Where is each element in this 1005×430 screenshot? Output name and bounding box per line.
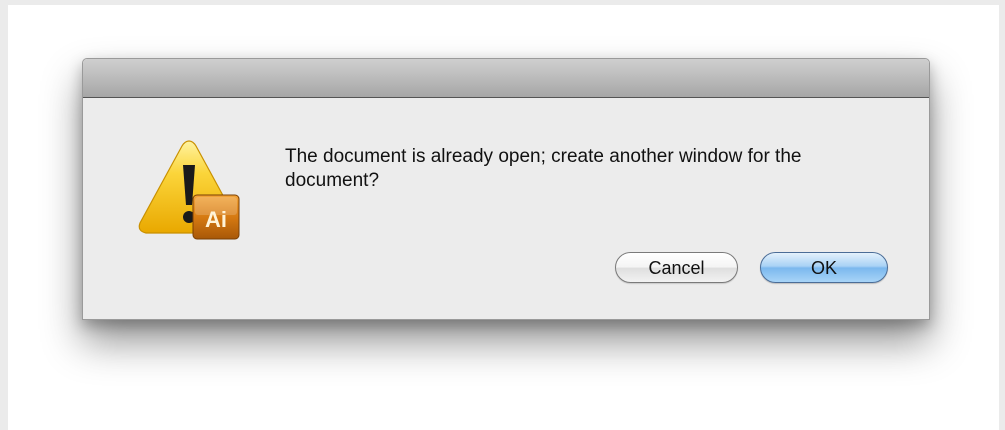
- frame-top-edge: [0, 0, 1005, 5]
- warning-triangle-icon: Ai: [138, 140, 240, 240]
- frame-right-edge: [999, 0, 1005, 430]
- illustrator-app-badge: Ai: [192, 194, 240, 240]
- frame-left-edge: [0, 0, 8, 430]
- screen: Ai The document is already open; create …: [0, 0, 1005, 430]
- svg-text:Ai: Ai: [205, 207, 227, 232]
- alert-dialog: Ai The document is already open; create …: [82, 58, 930, 320]
- cancel-button[interactable]: Cancel: [615, 252, 738, 283]
- alert-message: The document is already open; create ano…: [285, 146, 802, 191]
- dialog-titlebar[interactable]: [83, 59, 929, 98]
- ok-button[interactable]: OK: [760, 252, 888, 283]
